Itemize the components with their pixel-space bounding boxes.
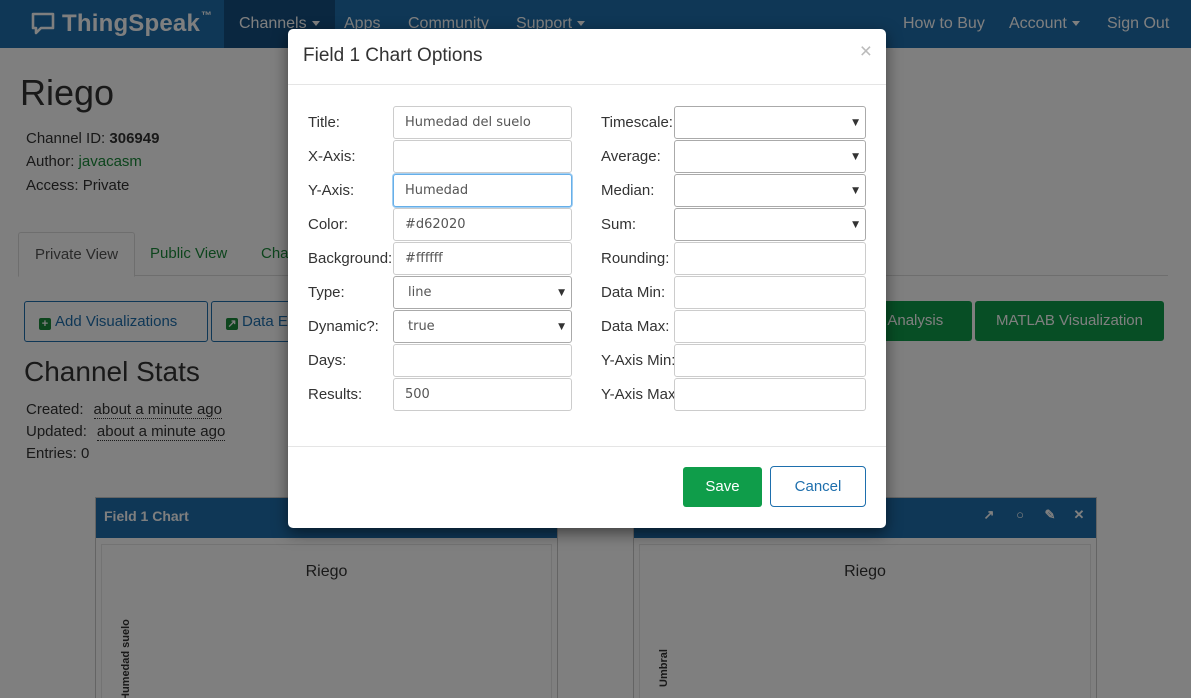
- background-input[interactable]: #ffffff: [393, 242, 572, 275]
- select-arrow-icon: ▼: [558, 322, 565, 332]
- y-axis-min-label: Y-Axis Min:: [601, 352, 676, 369]
- title-label: Title:: [308, 114, 340, 131]
- color-label: Color:: [308, 216, 349, 233]
- y-axis-max-input[interactable]: [674, 378, 866, 411]
- timescale-label: Timescale:: [601, 114, 673, 131]
- dynamic-select[interactable]: true ▼: [393, 310, 572, 343]
- y-axis-input[interactable]: Humedad: [393, 174, 572, 207]
- select-arrow-icon: ▼: [852, 220, 859, 230]
- chart-options-modal: Field 1 Chart Options × Title: Humedad d…: [288, 29, 886, 528]
- type-select-value: line: [408, 285, 432, 300]
- select-arrow-icon: ▼: [852, 118, 859, 128]
- data-min-input[interactable]: [674, 276, 866, 309]
- dynamic-select-value: true: [408, 319, 435, 334]
- x-axis-label: X-Axis:: [308, 148, 356, 165]
- results-input[interactable]: 500: [393, 378, 572, 411]
- results-label: Results:: [308, 386, 363, 403]
- close-icon[interactable]: ×: [860, 41, 872, 62]
- y-axis-min-input[interactable]: [674, 344, 866, 377]
- days-input[interactable]: [393, 344, 572, 377]
- rounding-input[interactable]: [674, 242, 866, 275]
- median-select[interactable]: ▼: [674, 174, 866, 207]
- x-axis-input[interactable]: [393, 140, 572, 173]
- y-axis-max-label: Y-Axis Max:: [601, 386, 680, 403]
- data-max-label: Data Max:: [601, 318, 670, 335]
- median-label: Median:: [601, 182, 655, 199]
- data-max-input[interactable]: [674, 310, 866, 343]
- timescale-select[interactable]: ▼: [674, 106, 866, 139]
- cancel-button[interactable]: Cancel: [770, 466, 866, 507]
- type-select[interactable]: line ▼: [393, 276, 572, 309]
- modal-title: Field 1 Chart Options: [303, 45, 483, 66]
- select-arrow-icon: ▼: [852, 152, 859, 162]
- select-arrow-icon: ▼: [852, 186, 859, 196]
- sum-select[interactable]: ▼: [674, 208, 866, 241]
- sum-label: Sum:: [601, 216, 637, 233]
- dynamic-label: Dynamic?:: [308, 318, 379, 335]
- background-label: Background:: [308, 250, 393, 267]
- modal-header: Field 1 Chart Options ×: [288, 29, 886, 85]
- data-min-label: Data Min:: [601, 284, 666, 301]
- select-arrow-icon: ▼: [558, 288, 565, 298]
- y-axis-label: Y-Axis:: [308, 182, 355, 199]
- average-label: Average:: [601, 148, 661, 165]
- title-input[interactable]: Humedad del suelo: [393, 106, 572, 139]
- color-input[interactable]: #d62020: [393, 208, 572, 241]
- type-label: Type:: [308, 284, 345, 301]
- days-label: Days:: [308, 352, 347, 369]
- rounding-label: Rounding:: [601, 250, 670, 267]
- average-select[interactable]: ▼: [674, 140, 866, 173]
- save-button[interactable]: Save: [683, 467, 762, 507]
